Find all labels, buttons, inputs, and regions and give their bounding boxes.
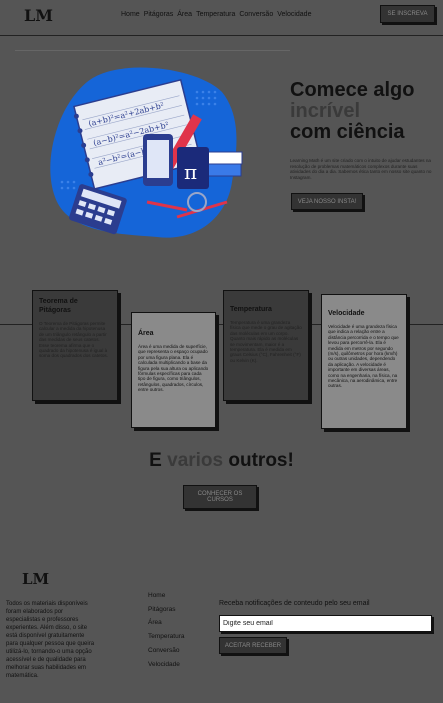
hero-title-line3: com ciência: [290, 121, 405, 143]
card-temperatura[interactable]: Temperatura Temperatura é uma grandeza f…: [223, 290, 309, 401]
card-pitagoras[interactable]: Teorema de Pitágoras O Teorema de Pitágo…: [32, 290, 118, 401]
footer-nav-home[interactable]: Home: [148, 589, 185, 603]
hero-title: Comece algo incrível com ciência: [290, 80, 414, 143]
newsletter-title: Receba notificações de conteudo pelo seu…: [219, 600, 370, 607]
instagram-button[interactable]: VEJA NOSSO INSTA!: [291, 193, 363, 210]
nav-pitagoras[interactable]: Pitágoras: [144, 11, 174, 18]
hero-title-line1: Comece algo: [290, 79, 415, 101]
nav-conversao[interactable]: Conversão: [239, 11, 273, 18]
nav-temperatura[interactable]: Temperatura: [196, 11, 235, 18]
footer-nav-area[interactable]: Área: [148, 616, 185, 630]
card-text: Velocidade é uma grandeza física que ind…: [328, 324, 399, 389]
tagline-suffix: outros!: [228, 450, 294, 471]
card-text: Área é uma medida de superfície, que rep…: [138, 344, 209, 393]
card-title: Teorema de Pitágoras: [39, 298, 78, 314]
logo-text: LM: [24, 6, 53, 25]
courses-button[interactable]: CONHECER OS CURSOS: [183, 485, 257, 509]
footer-about: Todos os materiais disponíveis foram ela…: [6, 601, 95, 679]
subscribe-header-button[interactable]: SE INSCREVA: [380, 5, 435, 23]
email-field[interactable]: [219, 615, 432, 632]
site-header: LM Home Pitágoras Área Temperatura Conve…: [0, 0, 443, 36]
hero-math-illustration: (a+b)²=a²+2ab+b² (a−b)²=a²−2ab+b² a²−b²=…: [50, 67, 243, 238]
hero-title-accent: incrível: [290, 100, 361, 122]
tagline-prefix: E: [149, 450, 162, 471]
card-text: Temperatura é uma grandeza física que me…: [230, 320, 302, 363]
card-title: Velocidade: [328, 310, 365, 317]
main-nav: Home Pitágoras Área Temperatura Conversã…: [121, 11, 311, 18]
nav-home[interactable]: Home: [121, 11, 140, 18]
svg-text:π: π: [184, 160, 197, 184]
nav-velocidade[interactable]: Velocidade: [277, 11, 311, 18]
tagline-accent: varios: [167, 450, 224, 471]
footer-nav-pitagoras[interactable]: Pitágoras: [148, 603, 185, 617]
nav-area[interactable]: Área: [177, 11, 192, 18]
footer-nav-velocidade[interactable]: Velocidade: [148, 658, 185, 672]
footer-nav: Home Pitágoras Área Temperatura Conversã…: [148, 589, 185, 671]
footer-logo[interactable]: LM: [22, 570, 49, 588]
card-area[interactable]: Área Área é uma medida de superfície, qu…: [131, 312, 216, 428]
footer-nav-temperatura[interactable]: Temperatura: [148, 630, 185, 644]
footer-logo-text: LM: [22, 570, 50, 588]
card-velocidade[interactable]: Velocidade Velocidade é uma grandeza fís…: [321, 294, 407, 429]
hero-description: Learning Math é um site criado com o int…: [290, 158, 432, 180]
card-title: Temperatura: [230, 306, 272, 313]
site-logo[interactable]: LM: [24, 6, 53, 25]
card-title: Área: [138, 330, 154, 337]
footer-nav-conversao[interactable]: Conversão: [148, 644, 185, 658]
card-text: O Teorema de Pitágoras permite calcular …: [39, 321, 108, 359]
accept-receive-button[interactable]: ACEITAR RECEBER: [219, 637, 287, 654]
tagline: E varios outros!: [0, 450, 443, 472]
hero-divider: [15, 50, 290, 51]
